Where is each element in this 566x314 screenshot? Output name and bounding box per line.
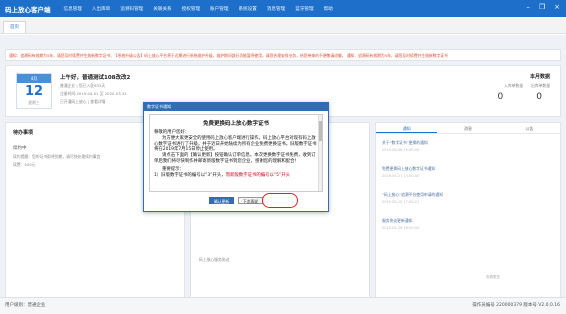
dialog-content[interactable]: 免费更换码上放心数字证书 尊敬的用户您好： 为方便大家更安全的使用码上放心客户端… — [149, 114, 323, 192]
remind-later-button[interactable]: 下次再说 — [237, 197, 263, 204]
company-info: 普通企业 | 您已入驻633天 — [60, 83, 106, 88]
menu-item-code[interactable]: 追溯码管理 — [115, 6, 148, 12]
stats-labels: 入库单数量 出库单数量 — [504, 83, 550, 89]
notice-panel: 通知 消息 公告 关于“数字证书”更换的通知 2019-06-06 15:00:… — [375, 122, 561, 298]
list-item[interactable]: “码上放心”追溯平台使用申请的通知 2019-05-10 17:05:21 — [382, 192, 552, 204]
list-item[interactable]: 免费更换码上放心数字证书通知 2019-05-21 13:00:00 — [382, 166, 552, 178]
date-day: 12 — [24, 84, 44, 99]
dialog-heading: 免费更换码上放心数字证书 — [202, 121, 269, 127]
maximize-icon[interactable]: ❐ — [539, 3, 545, 11]
date-weekday: 星期三 — [28, 100, 40, 105]
close-icon[interactable]: × — [554, 3, 560, 11]
tab-messages[interactable]: 消息 — [437, 123, 498, 133]
stat-label-in: 入库单数量 — [504, 83, 524, 88]
menu-item-auth[interactable]: 授权管理 — [177, 6, 205, 12]
menu-item-relation[interactable]: 关联关系 — [148, 6, 176, 12]
list-item[interactable]: 关于“数字证书”更换的通知 2019-06-06 15:00:00 — [382, 140, 552, 152]
notice-title: 服务协议更新通知 — [382, 218, 413, 223]
dialog-body: 尊敬的用户您好： 为方便大家更安全的使用码上放心客户端进行操作，码上放心平台对现… — [150, 127, 322, 178]
stats-title: 本月数据 — [529, 74, 550, 80]
dialog-para-1: 为方便大家更安全的使用码上放心客户端进行操作，码上放心平台对现有码上放心数字证书… — [154, 135, 317, 153]
service-status-text: 已开通码上放心 | 查看详情 — [60, 99, 106, 104]
scrollbar-thumb[interactable] — [319, 121, 322, 141]
stat-value-out: 0 — [536, 92, 542, 102]
register-period: 注册时间:2019-04-01 至 2020-03-31 — [60, 91, 127, 96]
tab-announcements[interactable]: 公告 — [499, 123, 560, 133]
window-controls: – ❐ × — [526, 3, 560, 11]
main-menu: 信息管理 入出库单 追溯码管理 关联关系 授权管理 账户管理 系统设置 消息管理… — [59, 6, 338, 12]
app-titlebar: 码上放心客户端 信息管理 入出库单 追溯码管理 关联关系 授权管理 账户管理 系… — [0, 0, 566, 17]
notice-title: 免费更换码上放心数字证书通知 — [382, 166, 436, 171]
confirm-update-button[interactable]: 确认更新 — [209, 197, 235, 204]
notice-date: 2019-05-21 13:00:00 — [382, 174, 420, 178]
menu-item-account[interactable]: 账户管理 — [205, 6, 233, 12]
notice-date: 2019-05-10 17:05:21 — [382, 200, 420, 204]
menu-item-info[interactable]: 信息管理 — [59, 6, 87, 12]
version-info: 操作员编号 220000379 版本号 V2.0.0.16 — [472, 303, 560, 308]
dialog-title: 数字证书通知 — [144, 103, 328, 111]
todo-title: 待办事项 — [13, 130, 34, 136]
notice-ticker: 通知：追溯码有效期为5年，请您及时续费并生效新数字证书；【系统升级公告】码上放心… — [5, 49, 561, 61]
minimize-icon[interactable]: – — [526, 3, 530, 11]
tab-home[interactable]: 首页 — [3, 21, 26, 33]
menu-item-io[interactable]: 入出库单 — [87, 6, 115, 12]
dialog-para-2: 请点击下面的【确认更新】按钮确认订单信息。本次更换数字证书免费，收到订单后我们将… — [154, 153, 316, 164]
todo-fee: 续费：500元 — [13, 162, 36, 167]
app-title: 码上放心客户端 — [5, 5, 51, 14]
todo-desc: 续约提醒：您的证书即将到期，请尽快处理续约事宜 — [13, 154, 101, 159]
date-month: 4月 — [17, 74, 51, 83]
todo-item[interactable]: 续约中 — [13, 145, 27, 151]
greeting: 上午好，普通测试108改改2 — [60, 75, 131, 81]
stats-values: 0 0 — [498, 92, 542, 102]
menu-item-help[interactable]: 帮助 — [319, 6, 338, 12]
service-status: 已开通码上放心 | 查看详情 — [60, 99, 105, 105]
tab-bar: 首页 — [0, 17, 566, 34]
notice-tabs: 通知 消息 公告 — [376, 123, 560, 134]
notice-title: 关于“数字证书”更换的通知 — [382, 140, 428, 145]
dialog-buttons: 确认更新 下次再说 — [144, 197, 328, 205]
menu-item-bluetooth[interactable]: 蓝牙管理 — [290, 6, 318, 12]
more-link[interactable]: 查看更多 — [486, 275, 500, 280]
certificate-dialog: 数字证书通知 免费更换码上放心数字证书 尊敬的用户您好： 为方便大家更安全的使用… — [143, 102, 329, 212]
tab-notices[interactable]: 通知 — [376, 123, 438, 133]
notice-date: 2019-04-26 16:00:00 — [382, 226, 420, 230]
stat-label-out: 出库单数量 — [531, 83, 550, 88]
menu-item-settings[interactable]: 系统设置 — [233, 6, 261, 12]
agreement-link[interactable]: 码上放心服务协议 — [199, 257, 229, 263]
stat-value-in: 0 — [497, 92, 504, 102]
notice-title: “码上放心”追溯平台使用申请的通知 — [382, 192, 443, 197]
menu-item-messages[interactable]: 消息管理 — [262, 6, 290, 12]
dialog-scrollbar[interactable] — [318, 115, 322, 191]
notice-date: 2019-06-06 15:00:00 — [382, 148, 420, 152]
date-card: 4月 12 星期三 — [16, 73, 52, 109]
list-item[interactable]: 服务协议更新通知 2019-04-26 16:00:00 — [382, 218, 552, 230]
highlight-ring — [262, 193, 298, 208]
dialog-tip-1-text: 1）旧版数字证书的编号以“3”开头， — [154, 172, 226, 178]
dialog-tip-1: 1）旧版数字证书的编号以“3”开头，而新版数字证书的编号以“5”开头 — [154, 173, 318, 179]
user-level: 用户级别：普通企业 — [5, 303, 46, 308]
status-bar: 用户级别：普通企业 操作员编号 220000379 版本号 V2.0.0.16 — [0, 297, 566, 314]
dialog-tip-1-highlight: 而新版数字证书的编号以“5”开头 — [225, 172, 291, 178]
